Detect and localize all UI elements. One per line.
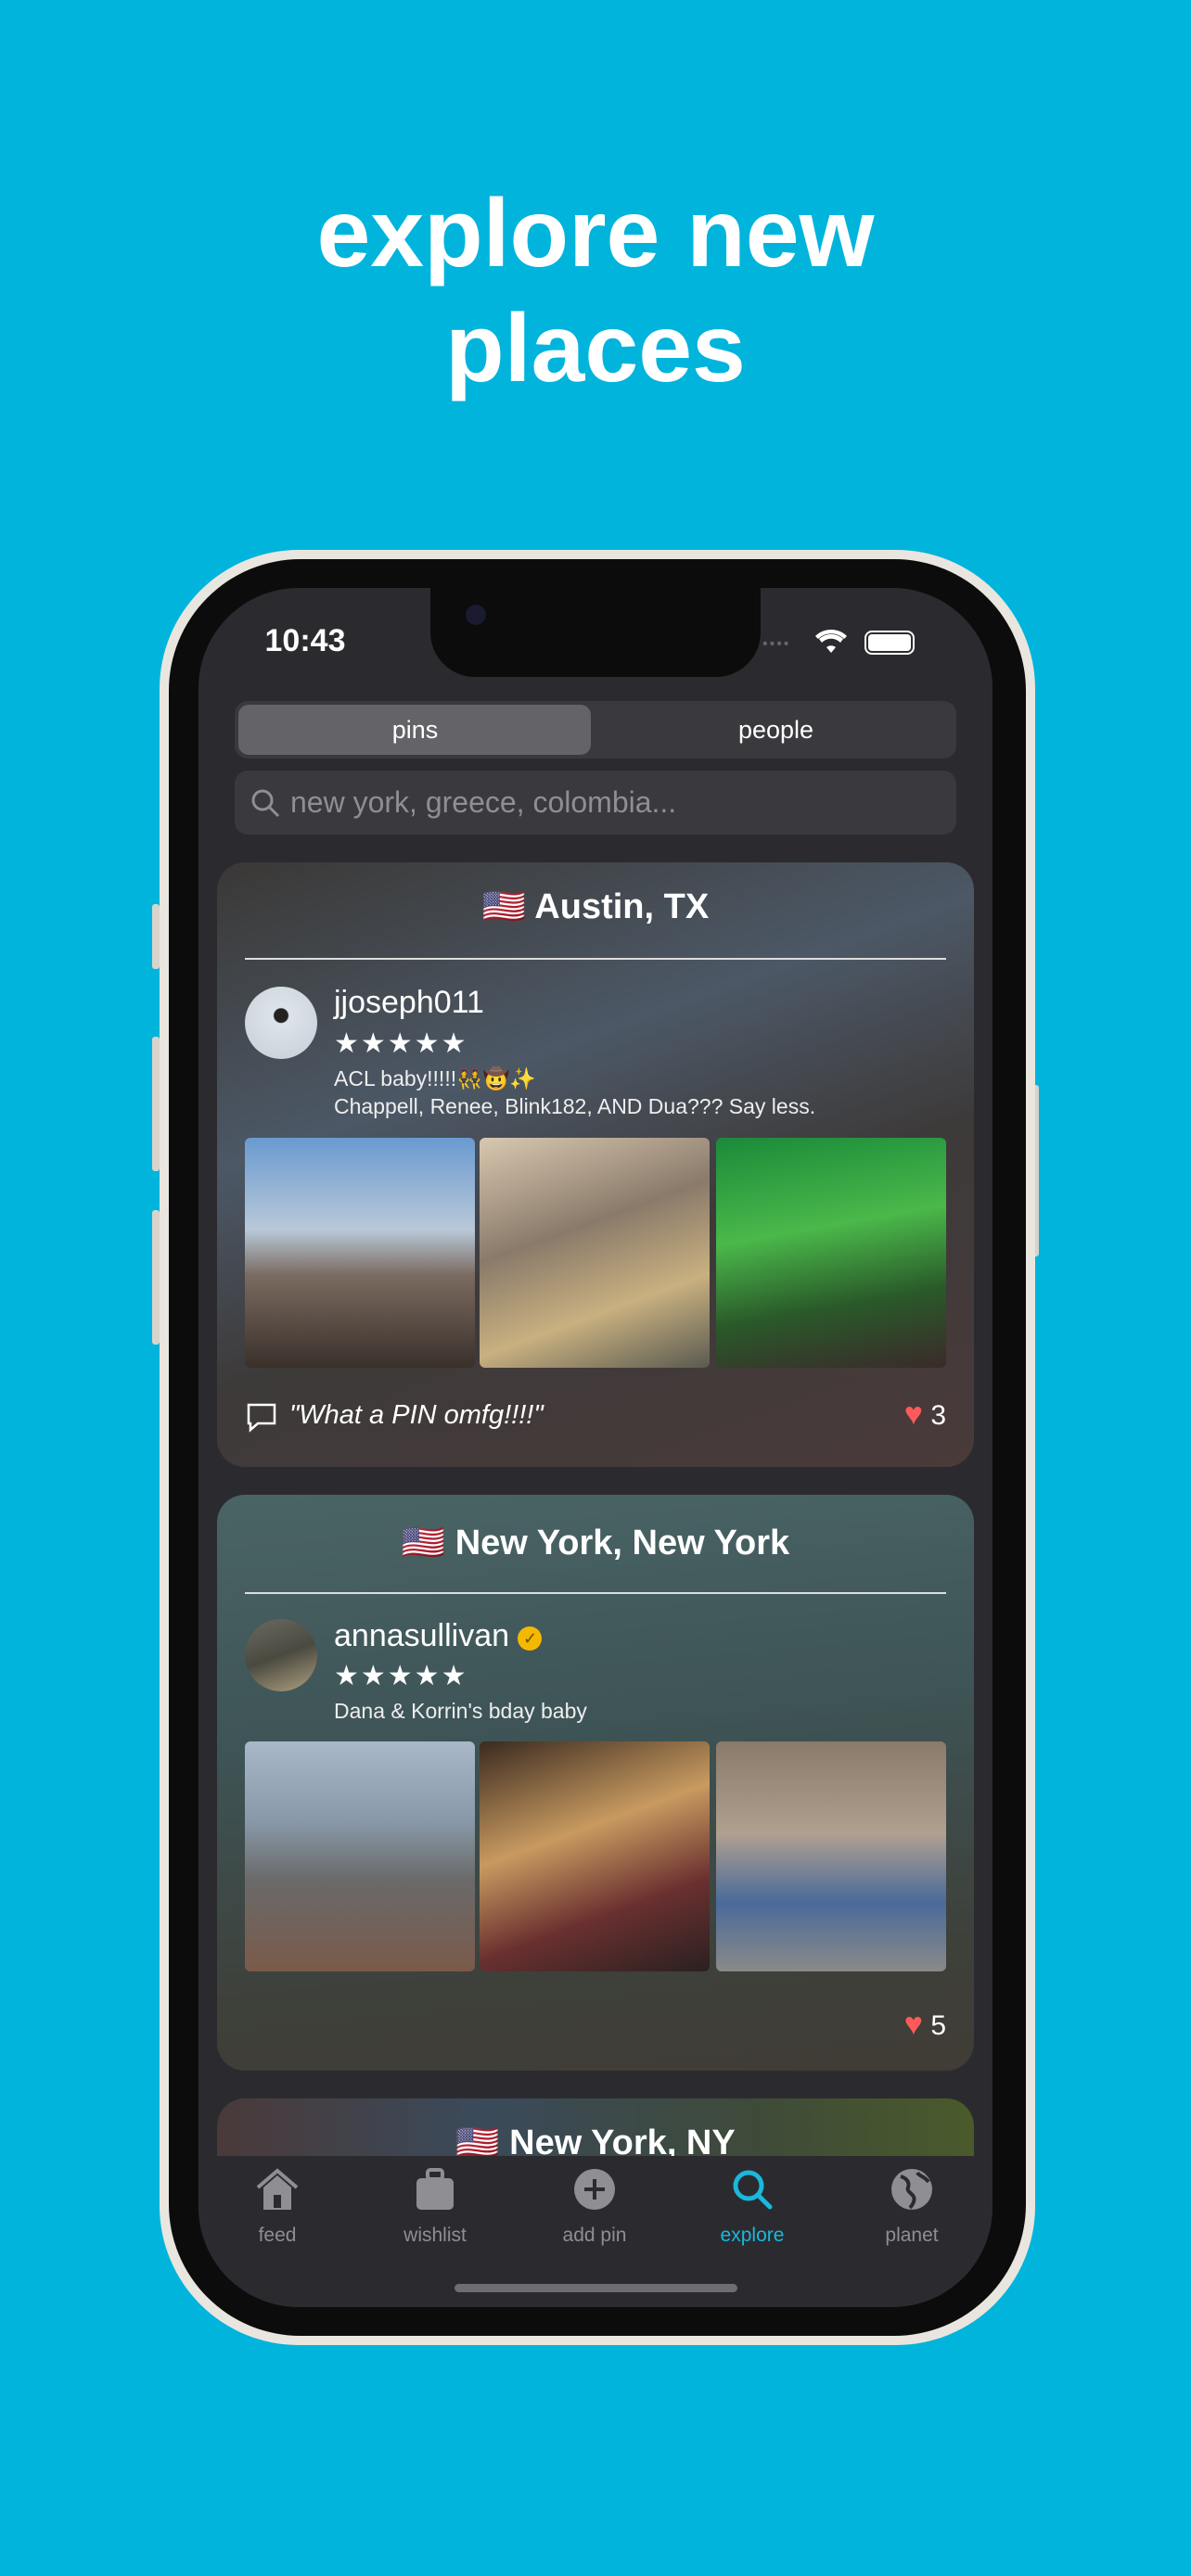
divider	[245, 1592, 946, 1594]
like-count[interactable]: ♥ 3	[904, 1396, 946, 1433]
avatar[interactable]	[245, 987, 317, 1059]
tab-wishlist[interactable]: wishlist	[356, 2156, 514, 2247]
search-input[interactable]: new york, greece, colombia...	[235, 771, 956, 835]
dynamic-notch	[430, 588, 761, 677]
volume-up-button	[152, 1037, 160, 1171]
headline-line-2: places	[445, 295, 746, 402]
heart-icon: ♥	[903, 2007, 923, 2042]
card-location: 🇺🇸 Austin, TX	[217, 886, 974, 927]
username: annasullivan	[334, 1618, 510, 1653]
photo-thumbnail[interactable]	[245, 1741, 475, 1971]
photo-thumbnail[interactable]	[245, 1138, 475, 1368]
caption-line: ACL baby!!!!!👯‍♀️🤠✨	[334, 1066, 537, 1090]
tab-planet[interactable]: planet	[833, 2156, 991, 2247]
search-placeholder: new york, greece, colombia...	[290, 785, 677, 819]
segment-people[interactable]: people	[596, 701, 956, 759]
plus-circle-icon	[516, 2167, 673, 2225]
likes-number: 5	[930, 2010, 946, 2041]
caption-line: Dana & Korrin's bday baby	[334, 1699, 587, 1723]
location-name: Austin, TX	[534, 887, 710, 926]
flag-icon: 🇺🇸	[401, 1524, 446, 1562]
tab-label: feed	[258, 2225, 297, 2246]
heart-icon: ♥	[903, 1396, 923, 1432]
tab-label: wishlist	[403, 2225, 467, 2246]
caption-line: Chappell, Renee, Blink182, AND Dua??? Sa…	[334, 1094, 816, 1118]
tab-explore[interactable]: explore	[673, 2156, 831, 2247]
star-rating: ★★★★★	[334, 1028, 468, 1059]
pin-card[interactable]: 🇺🇸 New York, New York annasullivan ✓ ★★★…	[217, 1495, 974, 2071]
photo-thumbnail[interactable]	[716, 1741, 946, 1971]
photo-thumbnail[interactable]	[716, 1138, 946, 1368]
like-count[interactable]: ♥ 5	[904, 2007, 946, 2043]
tab-add-pin[interactable]: add pin	[516, 2156, 673, 2247]
volume-down-button	[152, 1210, 160, 1345]
segment-pins[interactable]: pins	[235, 701, 596, 759]
globe-icon	[833, 2167, 991, 2225]
tab-label: explore	[720, 2225, 785, 2246]
pin-card[interactable]: 🇺🇸 Austin, TX jjoseph011 ★★★★★ ACL baby!…	[217, 862, 974, 1467]
photo-thumbnail[interactable]	[480, 1741, 710, 1971]
battery-icon	[864, 631, 915, 655]
house-icon	[198, 2167, 356, 2225]
verified-badge-icon: ✓	[518, 1626, 543, 1651]
tab-label: planet	[885, 2225, 939, 2246]
home-indicator[interactable]	[455, 2284, 737, 2292]
app-screen: 10:43 •••• pins people new york, greece,…	[198, 588, 992, 2307]
username[interactable]: jjoseph011	[334, 985, 484, 1021]
likes-number: 3	[930, 1400, 946, 1431]
segmented-control: pins people	[235, 701, 956, 759]
tab-feed[interactable]: feed	[198, 2156, 356, 2247]
divider	[245, 958, 946, 960]
magnifier-icon	[673, 2167, 831, 2225]
card-location: 🇺🇸 New York, New York	[217, 1523, 974, 1563]
avatar[interactable]	[245, 1619, 317, 1691]
photo-thumbnail[interactable]	[480, 1138, 710, 1368]
wifi-icon	[815, 629, 847, 653]
camera-icon	[466, 605, 486, 625]
comment-text: "What a PIN omfg!!!!"	[289, 1400, 544, 1430]
location-name: New York, New York	[455, 1524, 790, 1562]
headline: explore new places	[0, 176, 1191, 406]
status-time: 10:43	[264, 623, 346, 658]
comment-icon[interactable]	[245, 1402, 278, 1434]
suitcase-icon	[356, 2167, 514, 2225]
tab-label: add pin	[562, 2225, 627, 2246]
signal-icon: ••••	[762, 636, 791, 652]
search-icon	[251, 789, 280, 818]
flag-icon: 🇺🇸	[481, 887, 527, 926]
username-row[interactable]: annasullivan ✓	[334, 1618, 543, 1654]
star-rating: ★★★★★	[334, 1661, 468, 1691]
headline-line-1: explore new	[316, 180, 875, 287]
mute-switch	[152, 904, 160, 969]
